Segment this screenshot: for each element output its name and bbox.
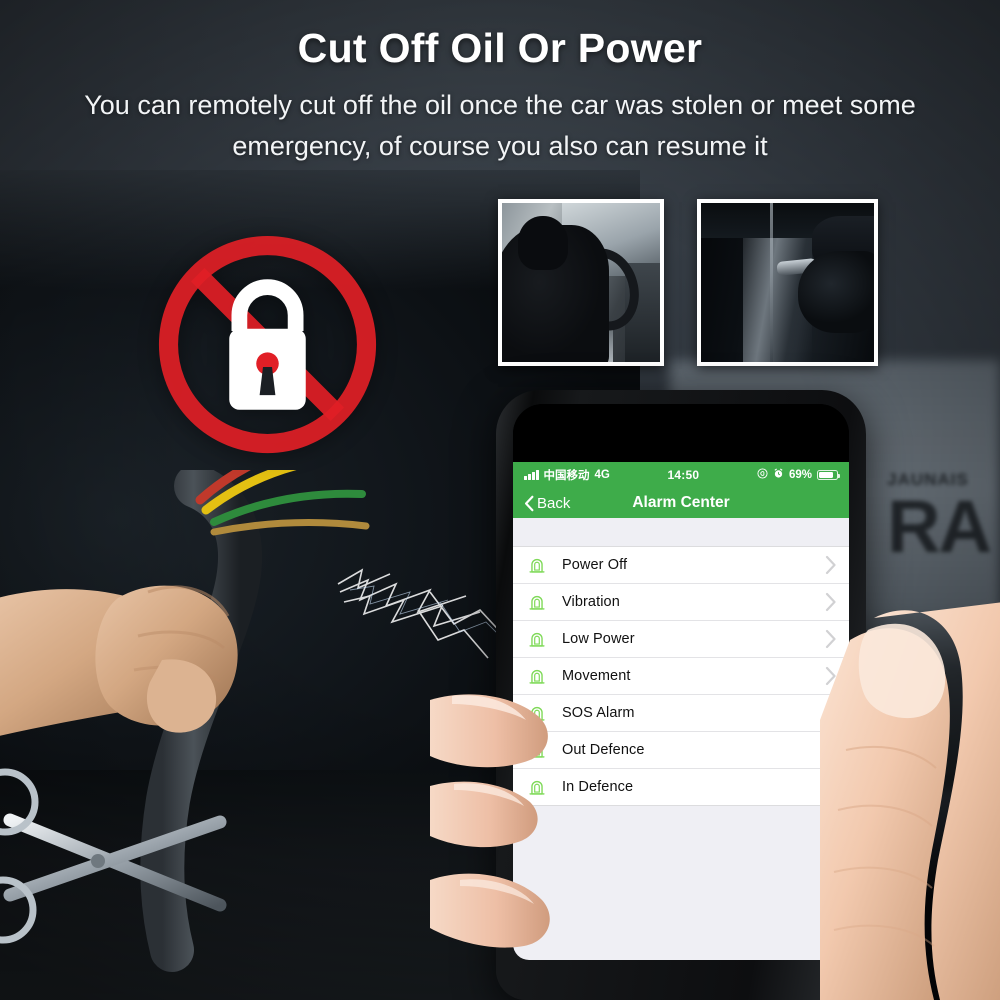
right-hand-thumb <box>820 600 1000 1000</box>
list-item[interactable]: Low Power <box>513 621 849 658</box>
list-item[interactable]: Power Off <box>513 547 849 584</box>
siren-alarm-icon <box>526 554 548 576</box>
status-bar: 中国移动 4G 14:50 69% <box>513 462 849 488</box>
alarm-clock-icon <box>773 468 784 482</box>
battery-percent-label: 69% <box>788 469 812 481</box>
chevron-left-icon <box>524 495 534 512</box>
page-title: Cut Off Oil Or Power <box>297 25 703 71</box>
siren-alarm-icon <box>526 628 548 650</box>
network-label: 4G <box>594 469 610 481</box>
siren-alarm-icon <box>526 591 548 613</box>
clock-label: 14:50 <box>667 468 700 482</box>
list-item-label: Power Off <box>562 557 628 573</box>
list-item-label: Vibration <box>562 594 620 610</box>
siren-alarm-icon <box>526 665 548 687</box>
list-item-label: Movement <box>562 668 631 684</box>
prohibition-lock-icon <box>155 232 380 457</box>
nav-bar: Back Alarm Center <box>513 488 849 518</box>
left-hand-fingers <box>430 690 610 1000</box>
banner-text-block: Cut Off Oil Or Power You can remotely cu… <box>0 28 1000 166</box>
signal-bars-icon <box>524 470 539 480</box>
page-subtitle: You can remotely cut off the oil once th… <box>84 90 916 161</box>
thief-at-car-door-photo <box>697 199 878 366</box>
list-item[interactable]: Vibration <box>513 584 849 621</box>
chevron-right-icon <box>825 555 837 575</box>
back-button-label: Back <box>537 494 571 512</box>
list-item-label: Low Power <box>562 631 635 647</box>
thief-in-car-photo <box>498 199 664 366</box>
list-top-spacer <box>513 518 849 546</box>
battery-icon <box>817 470 841 480</box>
location-icon <box>757 468 768 482</box>
carrier-label: 中国移动 <box>543 470 590 482</box>
back-button[interactable]: Back <box>524 495 570 512</box>
phone-notch-area <box>513 404 849 462</box>
